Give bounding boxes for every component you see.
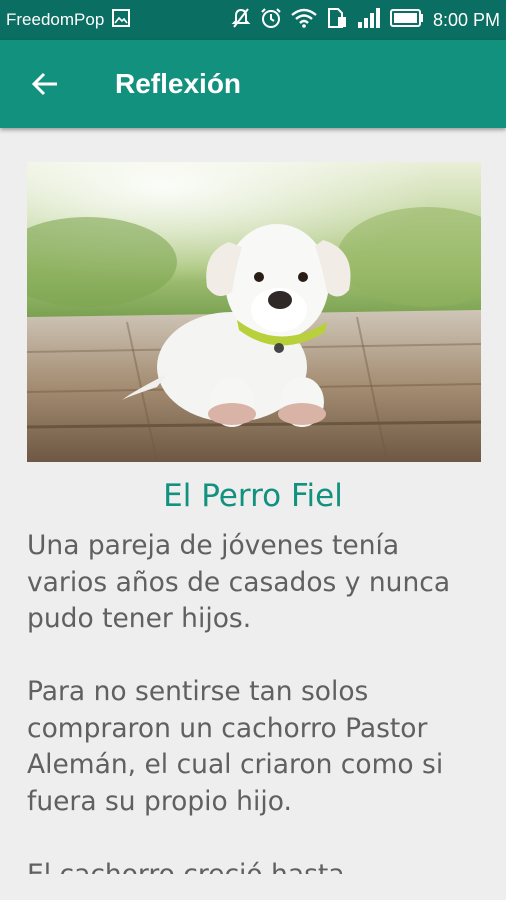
image-icon — [111, 8, 131, 33]
status-left: FreedomPop — [6, 8, 131, 33]
article-paragraph: Una pareja de jóvenes tenía varios años … — [27, 530, 451, 634]
back-button[interactable] — [25, 64, 65, 104]
bottom-strip — [0, 874, 506, 900]
wifi-icon — [291, 8, 317, 33]
article-paragraph: Para no sentirse tan solos compraron un … — [27, 676, 444, 817]
carrier-name: FreedomPop — [6, 10, 105, 29]
alarm-icon — [260, 7, 282, 34]
sim-icon — [326, 7, 348, 34]
app-bar: Reflexión — [0, 40, 506, 128]
status-right: 8:00 PM — [231, 7, 500, 34]
article-paragraph: El cachorro creció hasta — [27, 858, 345, 875]
mute-icon — [231, 7, 251, 34]
battery-icon — [389, 8, 424, 32]
arrow-left-icon — [31, 72, 57, 96]
page-title: Reflexión — [115, 68, 242, 99]
article-scroll-area[interactable]: El Perro Fiel Una pareja de jóvenes tení… — [0, 128, 506, 874]
status-time: 8:00 PM — [432, 9, 500, 30]
article-title: El Perro Fiel — [163, 478, 343, 514]
signal-icon — [357, 7, 381, 33]
article-image — [27, 162, 481, 462]
status-bar: FreedomPop 8:00 PM — [0, 0, 506, 40]
article-body: Una pareja de jóvenes tenía varios años … — [27, 528, 487, 874]
